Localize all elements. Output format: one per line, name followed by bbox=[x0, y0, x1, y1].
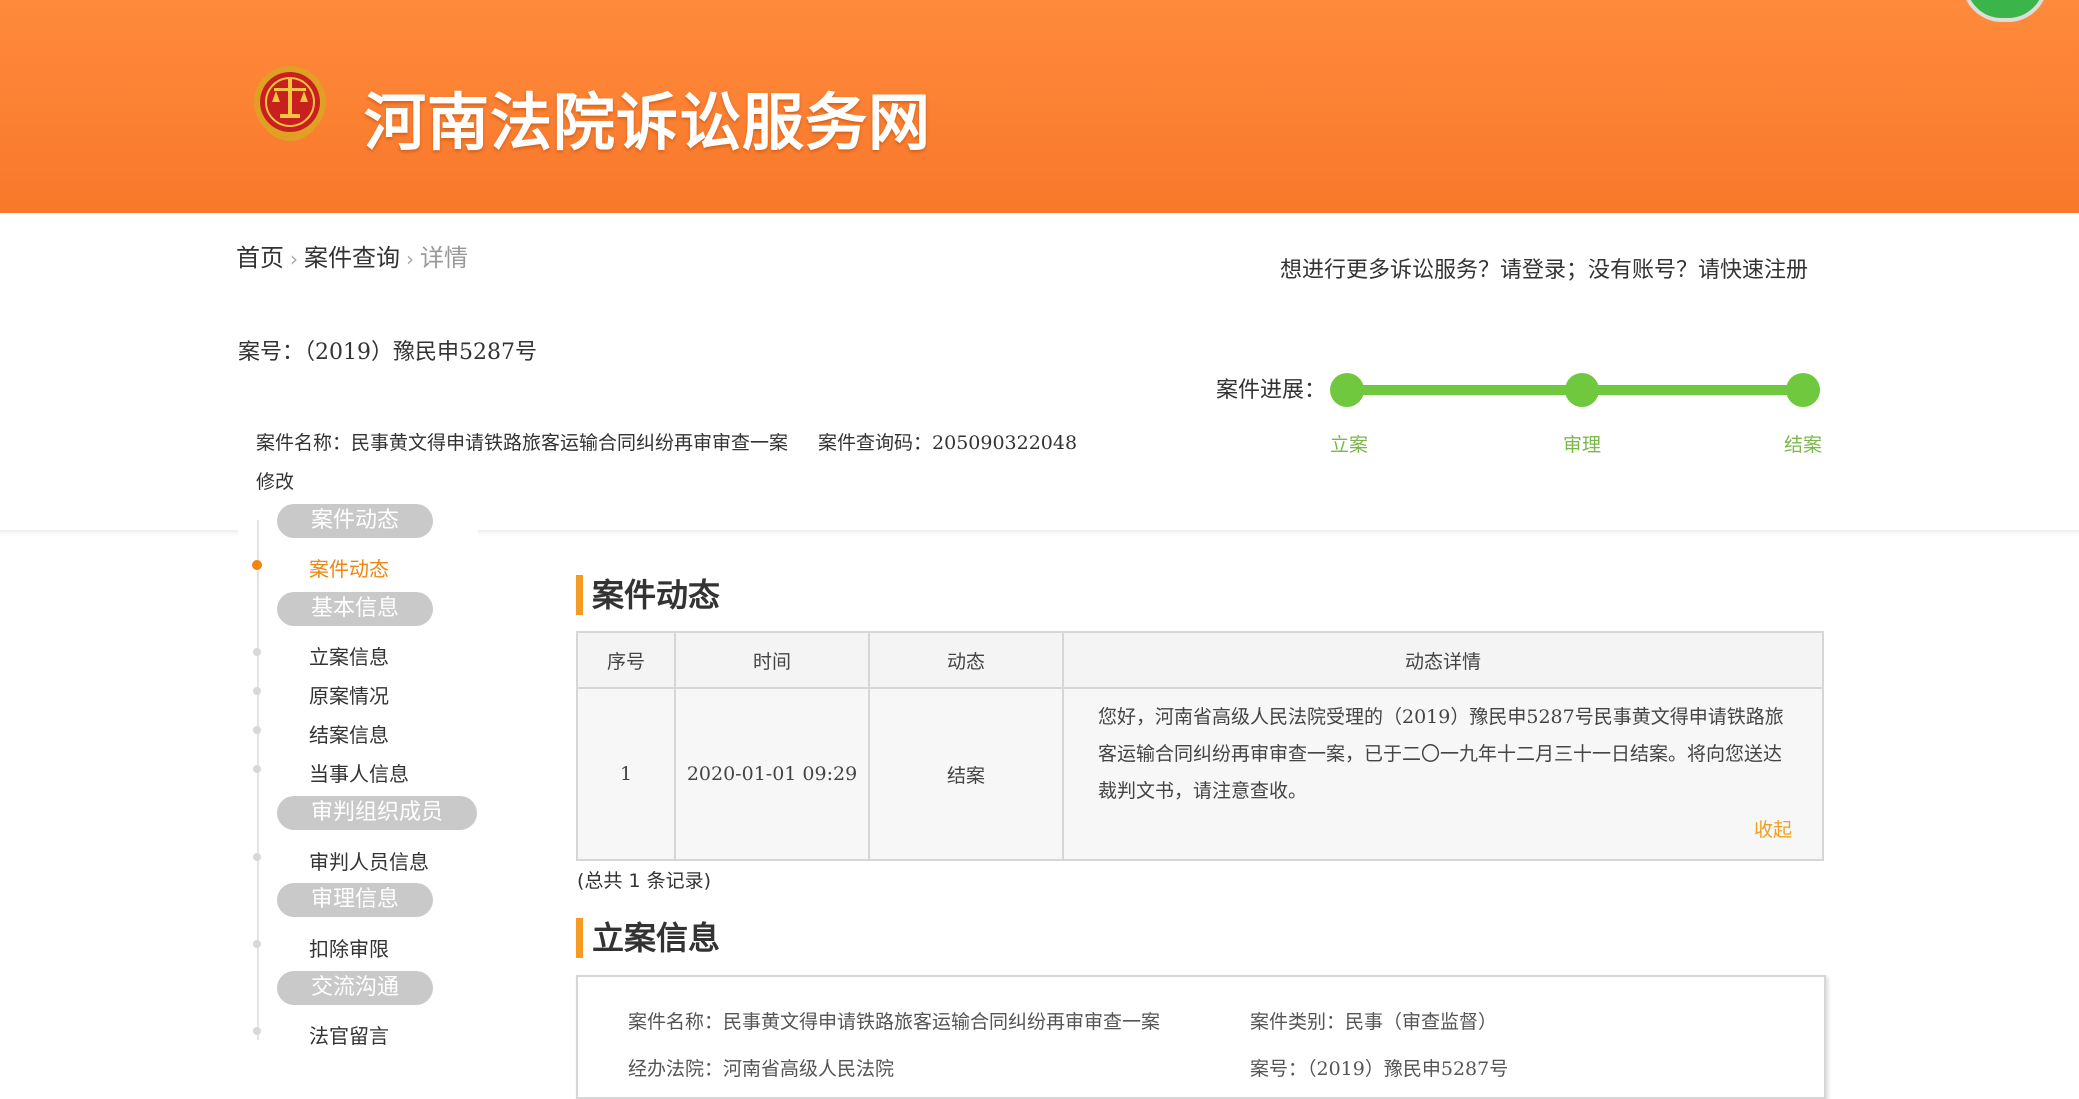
progress-node-filing bbox=[1330, 373, 1364, 407]
sidebar-dot bbox=[253, 853, 261, 861]
sidebar-dot bbox=[253, 726, 261, 734]
sidebar-group-trial-info[interactable]: 审理信息 bbox=[277, 883, 433, 917]
sidebar-item-closing-info[interactable]: 结案信息 bbox=[309, 719, 389, 748]
cell-index: 1 bbox=[576, 687, 676, 861]
login-register-link[interactable]: 想进行更多诉讼服务？请登录；没有账号？请快速注册 bbox=[1280, 252, 1808, 284]
filing-case-name: 案件名称：民事黄文得申请铁路旅客运输合同纠纷再审审查一案 bbox=[628, 1011, 1161, 1033]
sidebar-dot bbox=[253, 765, 261, 773]
filing-court: 经办法院：河南省高级人民法院 bbox=[628, 1058, 895, 1080]
sidebar-item-judge-info[interactable]: 审判人员信息 bbox=[309, 846, 429, 875]
sidebar-item-original-case[interactable]: 原案情况 bbox=[309, 680, 389, 709]
sidebar-item-case-dynamics[interactable]: 案件动态 bbox=[309, 553, 389, 582]
case-number: 案号：（2019）豫民申5287号 bbox=[238, 340, 537, 365]
breadcrumb: 首页 › 案件查询 › 详情 bbox=[236, 238, 468, 273]
column-header-status: 动态 bbox=[868, 631, 1064, 689]
case-name: 案件名称：民事黄文得申请铁路旅客运输合同纠纷再审审查一案 bbox=[256, 432, 789, 454]
record-count: (总共 1 条记录) bbox=[577, 870, 711, 892]
sidebar-item-deduct-term[interactable]: 扣除审限 bbox=[309, 933, 389, 962]
sidebar-dot-active bbox=[252, 560, 262, 570]
filing-info-panel: 案件名称：民事黄文得申请铁路旅客运输合同纠纷再审审查一案 案件类别：民事（审查监… bbox=[576, 975, 1826, 1099]
collapse-link[interactable]: 收起 bbox=[1098, 812, 1792, 849]
progress-node-closed bbox=[1786, 373, 1820, 407]
progress-label: 案件进展： bbox=[1216, 378, 1327, 403]
sidebar-dot bbox=[253, 687, 261, 695]
breadcrumb-current: 详情 bbox=[420, 244, 468, 272]
filing-case-type: 案件类别：民事（审查监督） bbox=[1250, 1011, 1498, 1033]
cell-detail: 您好，河南省高级人民法院受理的（2019）豫民申5287号民事黄文得申请铁路旅客… bbox=[1062, 687, 1824, 861]
sidebar-dot bbox=[253, 1027, 261, 1035]
progress-step-trial: 审理 bbox=[1563, 434, 1602, 456]
detail-text: 您好，河南省高级人民法院受理的（2019）豫民申5287号民事黄文得申请铁路旅客… bbox=[1098, 706, 1784, 802]
breadcrumb-home[interactable]: 首页 bbox=[236, 244, 284, 272]
sidebar-dot bbox=[253, 940, 261, 948]
dynamics-table: 序号 时间 动态 动态详情 1 2020-01-01 09:29 结案 您好，河… bbox=[576, 631, 1824, 861]
sidebar-group-case-dynamics[interactable]: 案件动态 bbox=[277, 504, 433, 538]
site-title[interactable]: 河南法院诉讼服务网 bbox=[364, 72, 931, 162]
chevron-right-icon: › bbox=[290, 247, 298, 271]
column-header-index: 序号 bbox=[576, 631, 676, 689]
sidebar-item-filing-info[interactable]: 立案信息 bbox=[309, 641, 389, 670]
court-emblem-icon bbox=[254, 66, 326, 141]
sidebar-item-judge-message[interactable]: 法官留言 bbox=[309, 1020, 389, 1049]
breadcrumb-case-query[interactable]: 案件查询 bbox=[304, 244, 400, 272]
case-query-code: 案件查询码：205090322048 bbox=[818, 432, 1078, 454]
progress-step-closed: 结案 bbox=[1784, 434, 1823, 456]
section-title-dynamics: 案件动态 bbox=[576, 575, 720, 615]
floating-service-badge[interactable] bbox=[1962, 0, 2048, 22]
header-banner: 河南法院诉讼服务网 bbox=[0, 0, 2079, 213]
progress-node-trial bbox=[1565, 373, 1599, 407]
chevron-right-icon: › bbox=[406, 247, 414, 271]
column-header-detail: 动态详情 bbox=[1062, 631, 1824, 689]
sidebar-timeline bbox=[257, 520, 259, 1040]
cell-time: 2020-01-01 09:29 bbox=[674, 687, 870, 861]
modify-link[interactable]: 修改 bbox=[256, 467, 294, 494]
sidebar-item-party-info[interactable]: 当事人信息 bbox=[309, 758, 409, 787]
sidebar-dot bbox=[253, 648, 261, 656]
sidebar-group-trial-members[interactable]: 审判组织成员 bbox=[277, 796, 477, 830]
cell-status: 结案 bbox=[868, 687, 1064, 861]
table-header-row: 序号 时间 动态 动态详情 bbox=[576, 631, 1824, 689]
sidebar-group-basic-info[interactable]: 基本信息 bbox=[277, 592, 433, 626]
progress-step-filing: 立案 bbox=[1330, 434, 1369, 456]
case-meta: 案件名称：民事黄文得申请铁路旅客运输合同纠纷再审审查一案 案件查询码：205090… bbox=[256, 428, 1077, 455]
section-title-filing: 立案信息 bbox=[576, 918, 720, 958]
sidebar-group-communication[interactable]: 交流沟通 bbox=[277, 971, 433, 1005]
filing-case-number: 案号：（2019）豫民申5287号 bbox=[1250, 1058, 1509, 1080]
column-header-time: 时间 bbox=[674, 631, 870, 689]
table-row: 1 2020-01-01 09:29 结案 您好，河南省高级人民法院受理的（20… bbox=[576, 687, 1824, 861]
